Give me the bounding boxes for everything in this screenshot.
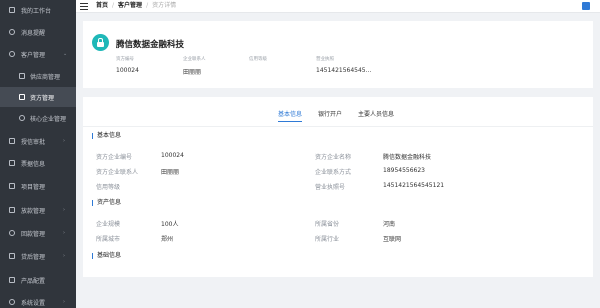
breadcrumb-home[interactable]: 首页 (96, 2, 108, 10)
sidebar-item-credit-approval[interactable]: 授信审批 › (0, 131, 76, 151)
section-title-basic: 基本信息 (92, 133, 121, 139)
section-title-assets: 资产信息 (92, 200, 121, 206)
box-icon (8, 138, 15, 145)
breadcrumb-customers[interactable]: 客户管理 (118, 2, 142, 10)
circle-icon (8, 230, 15, 237)
sidebar-item-label: 系统设置 (21, 299, 46, 307)
breadcrumb-separator: / (112, 2, 115, 9)
field-label: 信用等级 (249, 57, 267, 62)
field-value: 1451421564545121 (383, 182, 445, 189)
sidebar-item-label: 资方管理 (30, 94, 55, 102)
sidebar-item-label: 项目管理 (21, 183, 46, 191)
chevron-right-icon: › (63, 253, 65, 259)
box-icon (8, 183, 15, 190)
box-icon (8, 277, 15, 284)
sidebar-item-workbench[interactable]: 我的工作台 (0, 0, 76, 20)
tab-bank-account[interactable]: 银行开户 (318, 109, 342, 122)
field-label: 资方编号 (116, 57, 134, 62)
sidebar-item-customers[interactable]: 客户管理 ⌄ (0, 44, 76, 64)
sidebar-item-settings[interactable]: 系统设置 › (0, 292, 76, 308)
sidebar-item-label: 核心企业管理 (30, 115, 67, 123)
field-label: 所属行业 (315, 236, 340, 243)
circle-icon (18, 115, 25, 122)
field-label: 所属省份 (315, 221, 340, 228)
company-header-card: 腾信数据金融科技 资方编号 100024 企业联系人 田丽丽 信用等级 营业执照… (83, 21, 593, 88)
field-value: 腾信数据金融科技 (383, 154, 432, 161)
company-name: 腾信数据金融科技 (116, 40, 185, 50)
sidebar-item-investors[interactable]: 资方管理 (0, 87, 76, 107)
divider (83, 126, 593, 127)
field-value: 河南 (383, 221, 396, 228)
chevron-right-icon: › (63, 138, 65, 144)
sidebar-item-label: 客户管理 (21, 51, 46, 59)
box-icon (8, 207, 15, 214)
sidebar-item-suppliers[interactable]: 供应商管理 (0, 66, 76, 86)
field-label: 企业联系人 (183, 57, 206, 62)
detail-card: 基本信息 银行开户 主要人员信息 基本信息 资方企业编号 100024 资方企业… (83, 97, 593, 277)
tab-key-personnel[interactable]: 主要人员信息 (358, 109, 394, 122)
field-label: 资方企业名称 (315, 154, 352, 161)
field-label: 资方企业联系人 (96, 169, 139, 176)
circle-icon (8, 51, 15, 58)
field-label: 企业联系方式 (315, 169, 352, 176)
field-label: 信用等级 (96, 184, 121, 191)
field-value: 100人 (161, 221, 179, 228)
menu-toggle-icon[interactable] (80, 3, 88, 10)
sidebar-item-label: 供应商管理 (30, 73, 61, 81)
circle-icon (8, 299, 15, 306)
topbar: 首页 / 客户管理 / 资方详情 (76, 0, 600, 13)
bank-icon (18, 94, 25, 101)
field-value: 18954556623 (383, 167, 425, 174)
box-icon (8, 253, 15, 260)
field-label: 企业规模 (96, 221, 121, 228)
chevron-right-icon: › (63, 230, 65, 236)
sidebar-item-label: 授信审批 (21, 138, 46, 146)
sidebar-item-loans[interactable]: 放款管理 › (0, 200, 76, 220)
sidebar-item-label: 票据信息 (21, 160, 46, 168)
breadcrumb: 首页 / 客户管理 / 资方详情 (96, 2, 176, 10)
sidebar-item-repayments[interactable]: 回款管理 › (0, 223, 76, 243)
sidebar-item-projects[interactable]: 项目管理 (0, 176, 76, 196)
field-label: 资方企业编号 (96, 154, 133, 161)
chevron-right-icon: › (63, 207, 65, 213)
box-icon (8, 7, 15, 14)
sidebar-item-label: 消息提醒 (21, 29, 46, 37)
field-label: 营业执照号 (315, 184, 346, 191)
box-icon (18, 73, 25, 80)
field-value: 100024 (116, 67, 139, 74)
chevron-down-icon: ⌄ (63, 51, 68, 57)
field-value: 100024 (161, 152, 184, 159)
breadcrumb-separator: / (146, 2, 149, 9)
field-label: 营业执照 (316, 57, 334, 62)
sidebar-item-label: 我的工作台 (21, 7, 52, 15)
sidebar-item-messages[interactable]: 消息提醒 (0, 22, 76, 42)
field-value: 田丽丽 (183, 69, 202, 76)
sidebar-item-label: 贷后管理 (21, 253, 46, 261)
tab-basic-info[interactable]: 基本信息 (278, 109, 303, 122)
field-value: 互联网 (383, 236, 402, 243)
breadcrumb-current: 资方详情 (152, 2, 177, 9)
detail-tabs: 基本信息 银行开户 主要人员信息 (278, 109, 410, 122)
lock-icon (92, 34, 109, 51)
field-value: 田丽丽 (161, 169, 180, 176)
sidebar-item-label: 放款管理 (21, 207, 46, 215)
chevron-right-icon: › (63, 299, 65, 305)
section-title-base: 基础信息 (92, 253, 121, 259)
sidebar-item-core-enterprises[interactable]: 核心企业管理 (0, 108, 76, 128)
sidebar-item-label: 回款管理 (21, 230, 46, 238)
sidebar-item-products[interactable]: 产品配置 (0, 270, 76, 290)
sidebar-item-bills[interactable]: 票据信息 (0, 153, 76, 173)
sidebar-item-post-loan[interactable]: 贷后管理 › (0, 246, 76, 266)
box-icon (8, 160, 15, 167)
field-value: 1451421564545... (316, 67, 372, 74)
user-menu-icon[interactable] (582, 2, 590, 10)
field-label: 所属城市 (96, 236, 121, 243)
sidebar-item-label: 产品配置 (21, 277, 46, 285)
field-value: 郑州 (161, 236, 174, 243)
sidebar: 我的工作台 消息提醒 客户管理 ⌄ 供应商管理 资方管理 核心企业管理 授信审批… (0, 0, 76, 308)
circle-icon (8, 29, 15, 36)
